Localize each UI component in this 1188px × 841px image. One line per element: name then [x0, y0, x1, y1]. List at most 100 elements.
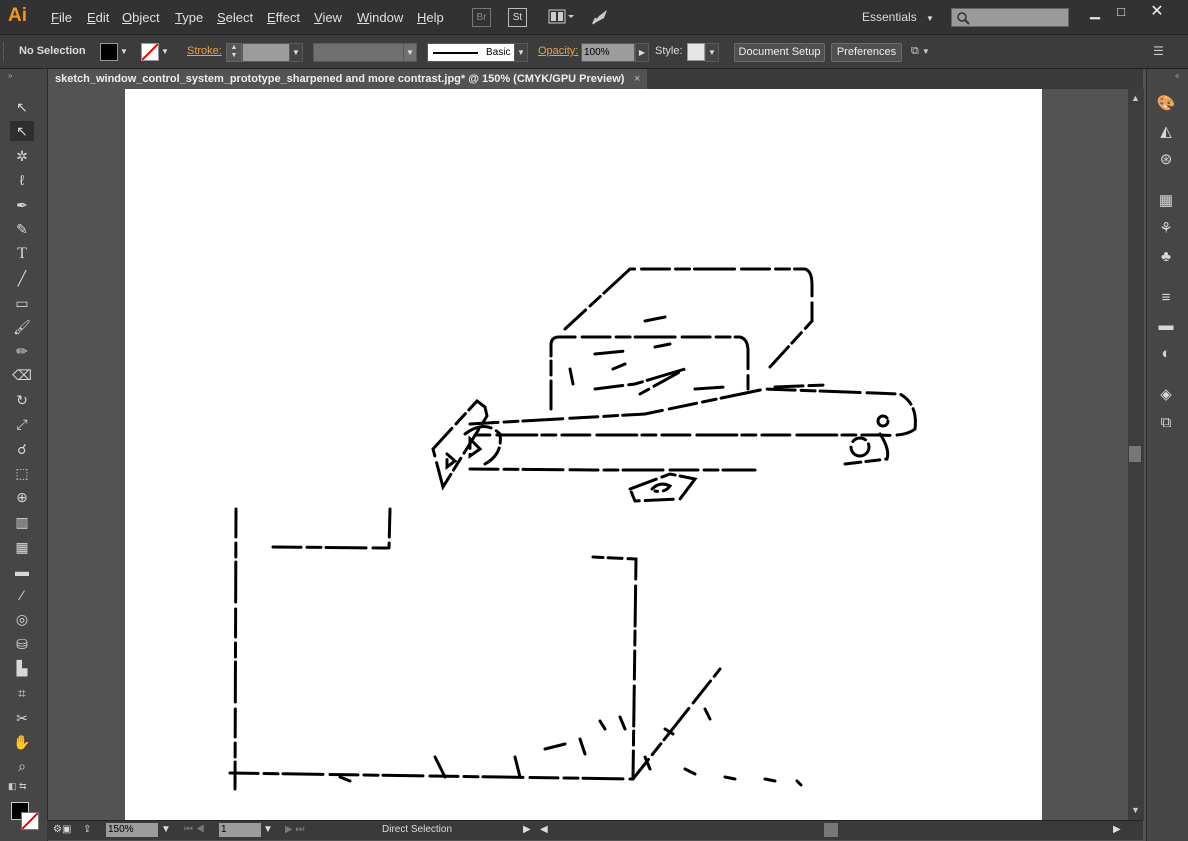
brushes-icon[interactable]: ⚘	[1154, 218, 1178, 240]
scroll-right-icon[interactable]: ▶	[1113, 824, 1121, 835]
chevron-down-icon[interactable]: ▼	[289, 43, 303, 62]
fill-swatch[interactable]	[100, 43, 118, 61]
menu-window[interactable]: Window	[357, 10, 403, 25]
zoom-level-field[interactable]: 150%	[106, 823, 158, 837]
chevron-down-icon[interactable]: ▼	[159, 43, 171, 60]
document-setup-button[interactable]: Document Setup	[734, 43, 825, 62]
column-graph-icon[interactable]: ▙	[10, 658, 34, 678]
variable-width-profile[interactable]	[313, 43, 404, 62]
share-icon[interactable]: ⇪	[83, 824, 91, 835]
collapse-icon[interactable]: «	[1175, 71, 1179, 80]
paintbrush-icon[interactable]: 🖌	[10, 317, 34, 337]
menu-effect[interactable]: Effect	[267, 10, 300, 25]
chevron-down-icon[interactable]: ▼	[161, 824, 171, 835]
blend-icon[interactable]: ◎	[10, 609, 34, 629]
warp-icon[interactable]: ☌	[10, 439, 34, 459]
opacity-field[interactable]: 100%	[581, 43, 635, 62]
graph-icon[interactable]: ▥	[10, 512, 34, 532]
zoom-icon[interactable]: ⌕	[10, 756, 34, 776]
line-icon[interactable]: ╱	[10, 268, 34, 288]
arrange-icon[interactable]: ⧉ ▼	[911, 43, 947, 60]
rotate-icon[interactable]: ↻	[10, 390, 34, 410]
artboard-canvas[interactable]	[125, 89, 1042, 820]
preferences-button[interactable]: Preferences	[831, 43, 902, 62]
gpu-status-icon[interactable]: ⚙▣	[53, 824, 71, 835]
shape-builder-icon[interactable]: ⊕	[10, 487, 34, 507]
symbols-icon[interactable]: ♣	[1154, 246, 1178, 268]
curvature-icon[interactable]: ✎	[10, 219, 34, 239]
close-icon[interactable]: ✕	[1142, 3, 1172, 21]
scale-icon[interactable]: ⤢	[10, 414, 34, 434]
gradient-icon[interactable]: ▬	[10, 561, 34, 581]
eraser-icon[interactable]: ⌫	[10, 365, 34, 385]
chevron-right-icon[interactable]: ▶	[635, 43, 649, 62]
hand-icon[interactable]: ✋	[10, 732, 34, 752]
scroll-thumb[interactable]	[1129, 446, 1141, 462]
chevron-down-icon[interactable]: ▼	[403, 43, 417, 62]
graphic-style-swatch[interactable]	[687, 43, 705, 61]
search-input[interactable]	[951, 8, 1069, 27]
close-tab-icon[interactable]: ×	[634, 69, 640, 89]
pencil-icon[interactable]: ✏	[10, 341, 34, 361]
layers-icon[interactable]: ◈	[1154, 384, 1178, 406]
stroke-color-box[interactable]	[21, 812, 39, 830]
menu-view[interactable]: View	[314, 10, 342, 25]
scroll-down-icon[interactable]: ▼	[1131, 805, 1140, 815]
stroke-weight-field[interactable]	[242, 43, 290, 62]
workspace-switcher[interactable]: Essentials ▼	[856, 4, 940, 30]
panel-menu-icon[interactable]: ☰	[1153, 44, 1164, 58]
symbol-sprayer-icon[interactable]: ⛁	[10, 634, 34, 654]
menu-help[interactable]: Help	[417, 10, 444, 25]
stroke-label[interactable]: Stroke:	[187, 45, 222, 57]
menu-edit[interactable]: Edit	[87, 10, 109, 25]
chevron-down-icon[interactable]: ▼	[514, 43, 528, 62]
menu-type[interactable]: Type	[175, 10, 203, 25]
artboard-icon[interactable]: ⌗	[10, 683, 34, 703]
brush-definition[interactable]: Basic	[427, 43, 515, 62]
status-menu-icon[interactable]: ▶	[523, 824, 531, 835]
pen-icon[interactable]: ✒	[10, 195, 34, 215]
bridge-button[interactable]: Br	[472, 8, 491, 27]
next-artboard-icon[interactable]: ▶ ⏭	[285, 824, 304, 835]
maximize-icon[interactable]: □	[1106, 3, 1136, 21]
menu-object[interactable]: Object	[122, 10, 160, 25]
type-icon[interactable]: T	[10, 244, 34, 264]
kuler-icon[interactable]: ⊛	[1154, 149, 1178, 171]
direct-selection-icon[interactable]: ↖	[10, 121, 34, 141]
first-artboard-icon[interactable]: ⏮ ◀	[184, 824, 205, 835]
vertical-scrollbar[interactable]: ▲ ▼	[1128, 89, 1144, 820]
gpu-performance-icon[interactable]	[590, 7, 610, 27]
magic-wand-icon[interactable]: ✲	[10, 146, 34, 166]
stroke-weight-stepper[interactable]: ▲ ▼	[226, 43, 242, 62]
artboard-number-field[interactable]: 1	[219, 823, 261, 837]
transparency-icon[interactable]: ◐	[1154, 343, 1178, 365]
stock-button[interactable]: St	[508, 8, 527, 27]
chevron-down-icon[interactable]: ▼	[705, 43, 719, 62]
swatches-icon[interactable]: ▦	[1154, 190, 1178, 212]
mesh-icon[interactable]: ▦	[10, 537, 34, 557]
scroll-up-icon[interactable]: ▲	[1131, 93, 1140, 103]
eyedropper-icon[interactable]: ⁄	[10, 585, 34, 605]
rectangle-icon[interactable]: ▭	[10, 293, 34, 313]
gradient-panel-icon[interactable]: ▬	[1154, 315, 1178, 337]
document-tab[interactable]: sketch_window_control_system_prototype_s…	[47, 69, 647, 89]
menu-select[interactable]: Select	[217, 10, 253, 25]
slice-icon[interactable]: ✂	[10, 708, 34, 728]
chevron-down-icon[interactable]: ▼	[118, 43, 130, 60]
lasso-icon[interactable]: ℓ	[10, 170, 34, 190]
free-transform-icon[interactable]: ⬚	[10, 463, 34, 483]
menu-file[interactable]: File	[51, 10, 72, 25]
artboards-panel-icon[interactable]: ⧉	[1154, 412, 1178, 434]
stroke-panel-icon[interactable]: ≡	[1154, 287, 1178, 309]
color-icon[interactable]: 🎨	[1154, 93, 1178, 115]
opacity-label[interactable]: Opacity:	[538, 45, 578, 57]
stroke-swatch[interactable]	[141, 43, 159, 61]
swap-colors-icon[interactable]: ◧ ⇆	[8, 781, 38, 791]
chevron-down-icon[interactable]: ▼	[263, 824, 273, 835]
scroll-left-icon[interactable]: ◀	[540, 824, 548, 835]
arrange-documents-icon[interactable]	[548, 8, 576, 25]
horizontal-scroll-thumb[interactable]	[824, 823, 838, 837]
color-guide-icon[interactable]: ◭	[1154, 121, 1178, 143]
collapse-icon[interactable]: »	[8, 71, 12, 80]
selection-arrow-icon[interactable]: ↖	[10, 97, 34, 117]
